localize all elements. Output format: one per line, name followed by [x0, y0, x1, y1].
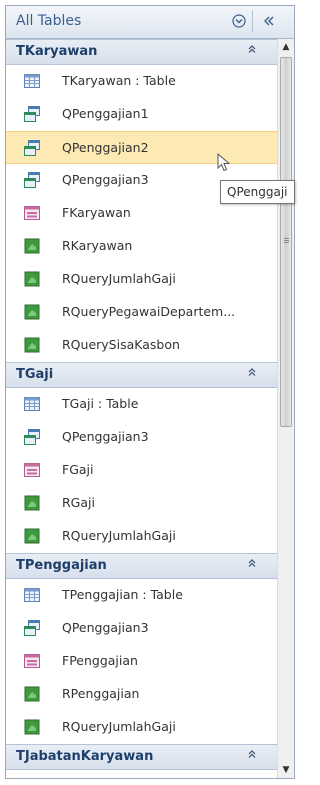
group-header[interactable]: TGaji [6, 362, 278, 388]
list-item[interactable]: QPenggajian2 [6, 131, 278, 164]
list-item[interactable]: TGaji : Table [6, 388, 278, 421]
item-label: FGaji [62, 462, 94, 477]
object-list: TKaryawan TKaryawan : Table QPenggajian1 QP… [6, 39, 278, 770]
header-divider [252, 10, 253, 32]
item-label: RQueryJumlahGaji [62, 271, 176, 286]
item-label: RKaryawan [62, 238, 133, 253]
item-label: RQueryJumlahGaji [62, 719, 176, 734]
collapse-chevron-icon[interactable] [244, 366, 260, 382]
scrollbar-thumb[interactable] [280, 57, 292, 427]
item-label: TPenggajian : Table [62, 587, 183, 602]
navigation-pane-header[interactable]: All Tables [6, 6, 294, 39]
report-icon [24, 304, 40, 320]
list-item[interactable]: FPenggajian [6, 645, 278, 678]
group-header[interactable]: TJabatanKaryawan [6, 744, 278, 770]
list-item[interactable]: TPenggajian : Table [6, 579, 278, 612]
vertical-scrollbar[interactable]: ▲ ▼ [277, 39, 294, 778]
list-item[interactable]: FGaji [6, 454, 278, 487]
collapse-chevron-icon[interactable] [244, 748, 260, 764]
form-icon [24, 653, 40, 669]
report-icon [24, 495, 40, 511]
group-label: TKaryawan [16, 44, 98, 59]
item-label: QPenggajian3 [62, 429, 149, 444]
group-header[interactable]: TPenggajian [6, 553, 278, 579]
item-label: TGaji : Table [62, 396, 139, 411]
table-icon [24, 587, 40, 603]
group-label: TJabatanKaryawan [16, 749, 154, 764]
collapse-chevron-icon[interactable] [244, 43, 260, 59]
list-item[interactable]: RQueryJumlahGaji [6, 263, 278, 296]
list-item[interactable]: QPenggajian1 [6, 98, 278, 131]
list-item[interactable]: RGaji [6, 487, 278, 520]
list-item[interactable]: QPenggajian3 [6, 421, 278, 454]
scroll-down-arrow-icon[interactable]: ▼ [278, 762, 294, 778]
query-icon [24, 172, 40, 188]
query-icon [24, 140, 40, 156]
list-item[interactable]: RQueryPegawaiDepartem... [6, 296, 278, 329]
dropdown-circle-icon[interactable] [230, 12, 248, 30]
report-icon [24, 238, 40, 254]
form-icon [24, 205, 40, 221]
report-icon [24, 719, 40, 735]
item-label: FKaryawan [62, 205, 131, 220]
query-icon [24, 429, 40, 445]
list-item[interactable]: RQueryJumlahGaji [6, 520, 278, 553]
form-icon [24, 462, 40, 478]
item-label: QPenggajian3 [62, 172, 149, 187]
table-icon [24, 396, 40, 412]
item-label: QPenggajian3 [62, 620, 149, 635]
navigation-pane: All Tables TKaryawan TKaryawan : Table QPe… [5, 5, 295, 779]
group-header[interactable]: TKaryawan [6, 39, 278, 65]
double-chevron-left-icon[interactable] [260, 12, 278, 30]
table-icon [24, 73, 40, 89]
query-icon [24, 106, 40, 122]
report-icon [24, 337, 40, 353]
report-icon [24, 528, 40, 544]
list-item[interactable]: RQuerySisaKasbon [6, 329, 278, 362]
list-item[interactable]: RQueryJumlahGaji [6, 711, 278, 744]
report-icon [24, 686, 40, 702]
scroll-up-arrow-icon[interactable]: ▲ [278, 39, 294, 55]
list-item[interactable]: RPenggajian [6, 678, 278, 711]
item-label: RGaji [62, 495, 95, 510]
tooltip: QPenggaji [220, 180, 295, 204]
list-item[interactable]: QPenggajian3 [6, 612, 278, 645]
group-label: TGaji [16, 367, 54, 382]
mouse-cursor-icon [217, 153, 231, 172]
item-label: RPenggajian [62, 686, 140, 701]
item-label: RQueryPegawaiDepartem... [62, 304, 236, 319]
item-label: TKaryawan : Table [62, 73, 176, 88]
collapse-chevron-icon[interactable] [244, 557, 260, 573]
grip-icon [284, 238, 289, 239]
list-item[interactable]: RKaryawan [6, 230, 278, 263]
list-item[interactable]: TKaryawan : Table [6, 65, 278, 98]
navigation-pane-title[interactable]: All Tables [16, 13, 81, 29]
item-label: FPenggajian [62, 653, 138, 668]
item-label: RQueryJumlahGaji [62, 528, 176, 543]
item-label: QPenggajian2 [62, 140, 149, 155]
item-label: QPenggajian1 [62, 106, 149, 121]
item-label: RQuerySisaKasbon [62, 337, 180, 352]
group-label: TPenggajian [16, 558, 107, 573]
query-icon [24, 620, 40, 636]
report-icon [24, 271, 40, 287]
